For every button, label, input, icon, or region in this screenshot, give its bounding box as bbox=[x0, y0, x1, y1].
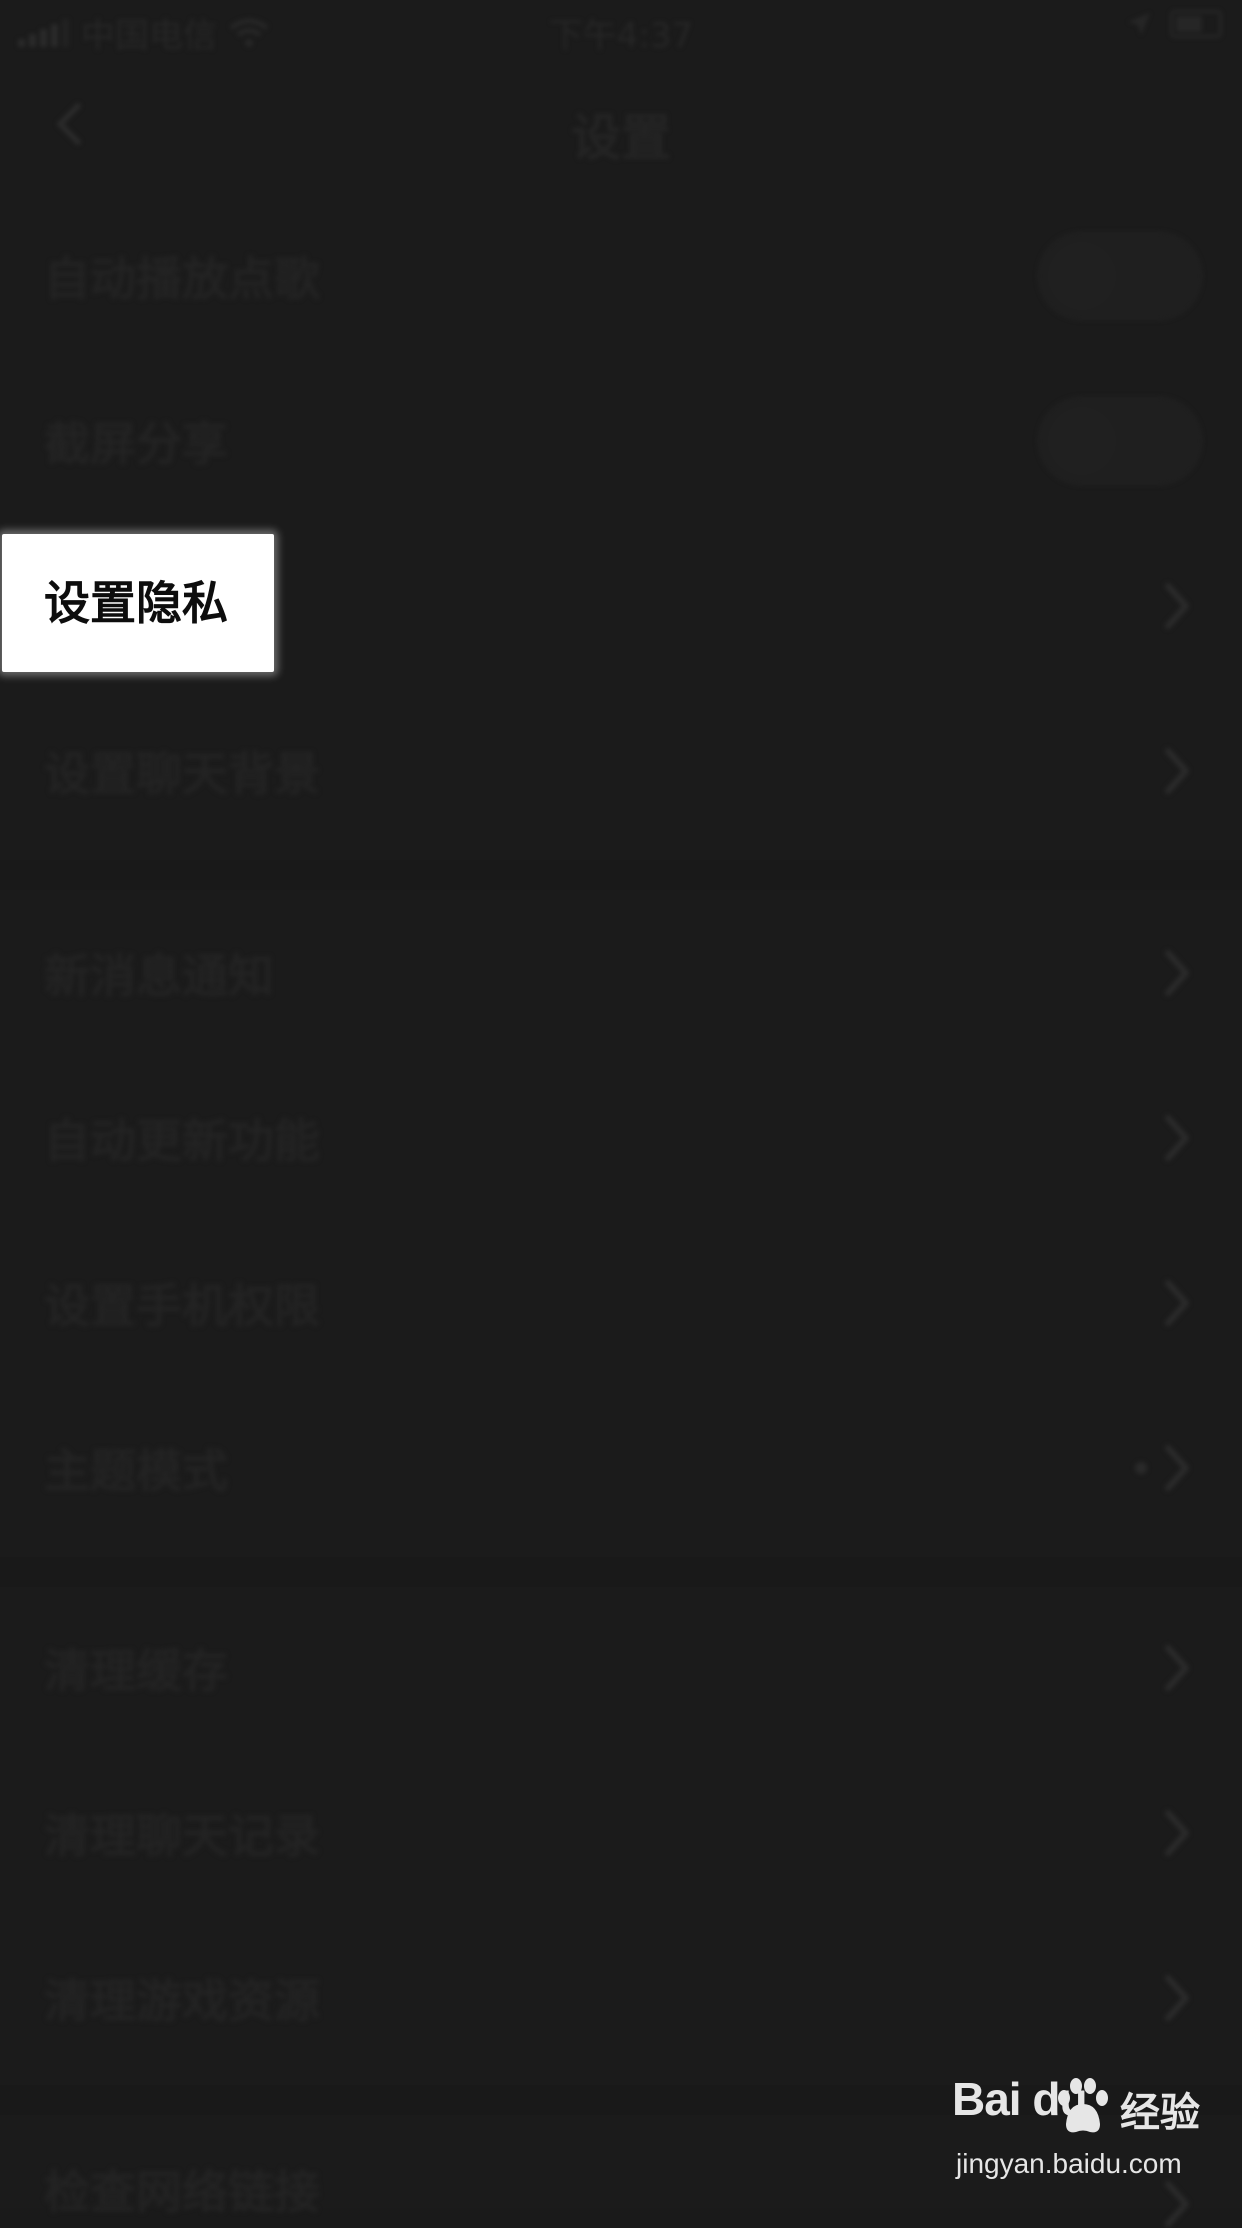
status-bar: 中国电信 下午4:37 bbox=[0, 0, 1242, 60]
row-label: 自动更新功能 bbox=[44, 1113, 320, 1168]
row-label: 检查网络链接 bbox=[44, 2165, 320, 2219]
row-label: 设置手机权限 bbox=[44, 1278, 320, 1333]
row-clear-cache[interactable]: 清理缓存 bbox=[0, 1585, 1242, 1750]
row-label: 自动播放点歌 bbox=[44, 251, 320, 306]
row-label: 清理游戏资源 bbox=[44, 1973, 320, 2028]
row-auto-update[interactable]: 自动更新功能 bbox=[0, 1055, 1242, 1220]
navigation-bar: 设置 bbox=[0, 60, 1242, 190]
chevron-right-icon bbox=[1165, 747, 1189, 794]
chevron-right-icon bbox=[1165, 1809, 1189, 1856]
toggle-knob bbox=[1048, 406, 1116, 475]
chevron-right-icon bbox=[1165, 1279, 1189, 1326]
row-new-message-notification[interactable]: 新消息通知 bbox=[0, 890, 1242, 1055]
chevron-right-icon bbox=[1165, 1644, 1189, 1691]
watermark-brand-text: 经验 bbox=[1120, 2090, 1200, 2136]
row-label: 新消息通知 bbox=[44, 948, 274, 1003]
row-label: 截屏分享 bbox=[44, 416, 228, 471]
row-screenshot-share[interactable]: 截屏分享 bbox=[0, 358, 1242, 523]
row-label: 清理缓存 bbox=[44, 1643, 228, 1698]
battery-icon bbox=[1170, 10, 1222, 38]
baidu-paw-icon bbox=[1058, 2078, 1108, 2133]
location-arrow-icon bbox=[1128, 13, 1150, 35]
chevron-right-icon bbox=[1165, 1444, 1189, 1491]
section-divider bbox=[0, 860, 1242, 890]
status-time: 下午4:37 bbox=[548, 16, 694, 56]
chevron-right-icon bbox=[1165, 949, 1189, 996]
chevron-right-icon bbox=[1165, 1114, 1189, 1161]
row-label: 设置聊天背景 bbox=[44, 746, 320, 801]
watermark-url: jingyan.baidu.com bbox=[956, 2148, 1182, 2179]
status-right bbox=[1126, 10, 1222, 38]
toggle-knob bbox=[1048, 241, 1116, 310]
chevron-right-icon bbox=[1165, 582, 1189, 629]
screenshot-share-toggle[interactable] bbox=[1040, 398, 1200, 483]
row-clear-game-resources[interactable]: 清理游戏资源 bbox=[0, 1915, 1242, 2080]
section-divider bbox=[0, 1557, 1242, 1587]
privacy-settings-highlight[interactable]: 设置隐私 bbox=[2, 534, 274, 672]
baidu-jingyan-watermark: Bai du 经验 jingyan.baidu.com bbox=[950, 2072, 1240, 2208]
row-chat-background[interactable]: 设置聊天背景 bbox=[0, 688, 1242, 853]
row-label: 清理聊天记录 bbox=[44, 1808, 320, 1863]
row-clear-chat-history[interactable]: 清理聊天记录 bbox=[0, 1750, 1242, 1915]
theme-indicator-dot bbox=[1135, 1461, 1147, 1474]
row-label: 主题模式 bbox=[44, 1443, 228, 1498]
autoplay-song-toggle[interactable] bbox=[1040, 233, 1200, 318]
chevron-right-icon bbox=[1165, 1974, 1189, 2021]
page-title: 设置 bbox=[571, 109, 671, 167]
row-phone-permissions[interactable]: 设置手机权限 bbox=[0, 1220, 1242, 1385]
row-autoplay-song[interactable]: 自动播放点歌 bbox=[0, 193, 1242, 358]
row-theme-mode[interactable]: 主题模式 bbox=[0, 1385, 1242, 1550]
privacy-settings-label: 设置隐私 bbox=[44, 576, 228, 630]
settings-screen: 中国电信 下午4:37 设置 自动播放点歌 截屏分享 设置聊天背景 新消息通知 … bbox=[0, 0, 1242, 2227]
